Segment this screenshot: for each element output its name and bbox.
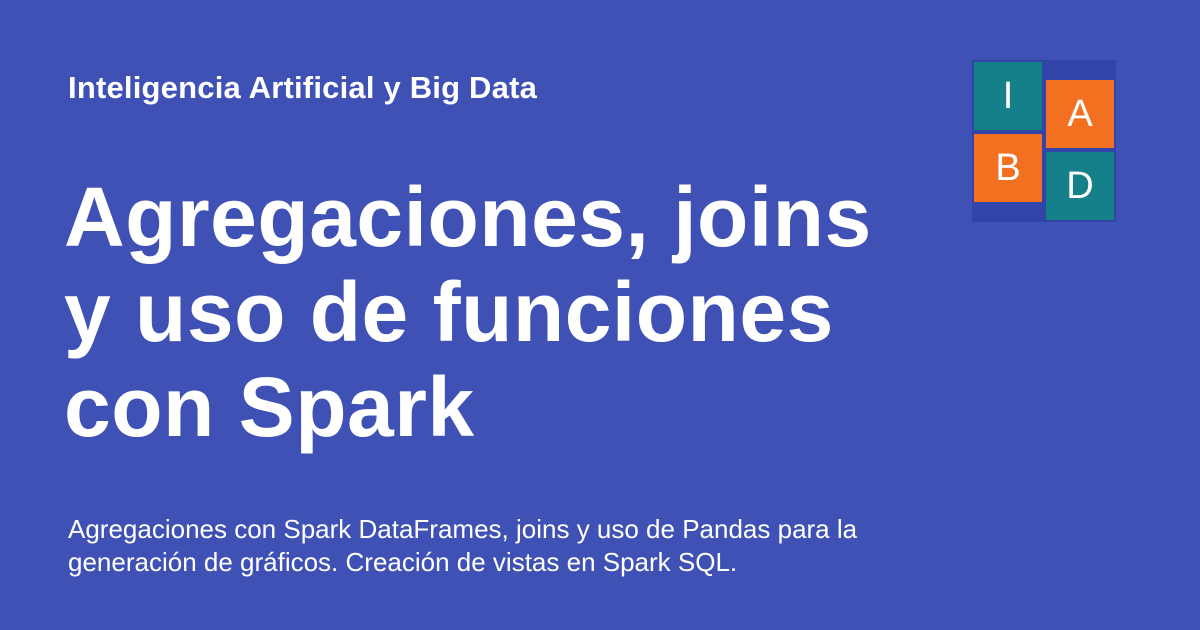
site-name: Inteligencia Artificial y Big Data [68, 70, 538, 105]
page-description: Agregaciones con Spark DataFrames, joins… [68, 514, 858, 577]
logo-tile-a: A [1046, 80, 1114, 148]
page-title: Agregaciones, joins y uso de funciones c… [64, 170, 872, 454]
iabd-logo: I A B D [972, 60, 1116, 222]
logo-tile-i: I [974, 62, 1042, 130]
logo-tile-d: D [1046, 152, 1114, 220]
logo-tile-b: B [974, 134, 1042, 202]
